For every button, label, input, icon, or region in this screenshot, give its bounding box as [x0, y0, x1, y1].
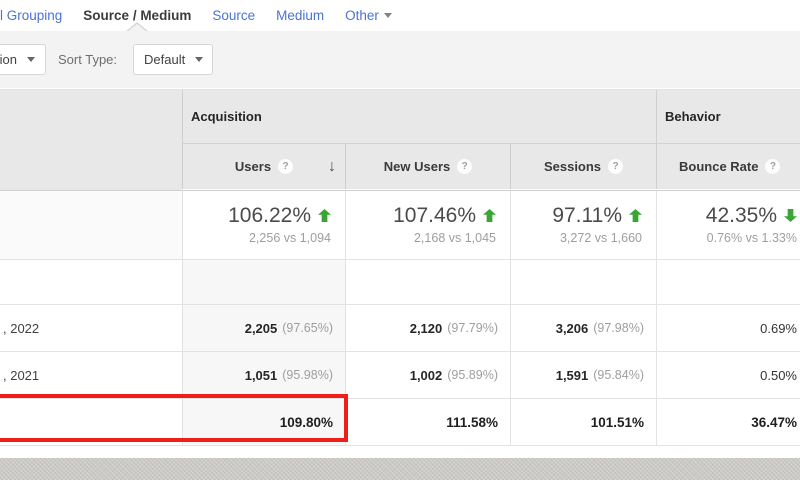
row-label-2021: , 2021: [3, 367, 40, 383]
caret-down-icon: [195, 57, 204, 62]
help-icon[interactable]: ?: [278, 159, 294, 174]
table-toolbar: ion Sort Type: Default: [0, 22, 800, 88]
column-header-sessions[interactable]: Sessions ?: [510, 144, 656, 189]
bounce-rate-change-cell: 36.47%: [656, 399, 800, 445]
summary-new-users-pct: 107.46%: [393, 204, 476, 227]
dimension-tabs: l Grouping Source / Medium Source Medium…: [0, 0, 800, 31]
summary-row: 106.22% 2,256 vs 1,094 107.46% 2,168 vs …: [0, 191, 800, 260]
summary-sessions-pct: 97.11%: [552, 204, 622, 227]
table-row: , 2022 2,205 (97.65%) 2,120 (97.79%) 3,2…: [0, 305, 800, 352]
sessions-label: Sessions: [543, 159, 602, 174]
new-users-cell: 2,120 (97.79%): [345, 305, 510, 351]
caret-down-icon: [383, 13, 392, 18]
summary-bounce-rate-pct: 42.35%: [705, 204, 777, 227]
summary-bounce-rate-cell: 42.35% 0.76% vs 1.33%: [656, 191, 800, 259]
column-header-row: Users ? ↓ New Users ? Sessions ? Bounce …: [182, 144, 800, 189]
tab-channel-grouping[interactable]: l Grouping: [0, 8, 62, 23]
tab-other-label: Other: [345, 8, 379, 23]
secondary-dimension-value: ion: [0, 52, 17, 67]
group-header-behavior: Behavior: [656, 90, 800, 143]
group-header-acquisition: Acquisition: [182, 90, 656, 143]
group-header-row: Acquisition Behavior: [182, 90, 800, 144]
tab-source[interactable]: Source: [212, 8, 255, 23]
down-arrow-icon: [784, 209, 797, 222]
new-users-cell: 1,002 (95.89%): [345, 352, 510, 398]
summary-dimension-cell: [0, 191, 182, 259]
page-bottom-band: [0, 458, 800, 480]
up-arrow-icon: [629, 209, 642, 222]
analytics-table: Acquisition Behavior Users ? ↓ New Users…: [0, 89, 800, 446]
sessions-cell: 3,206 (97.98%): [510, 305, 656, 351]
column-header-new-users[interactable]: New Users ?: [345, 144, 510, 189]
users-cell: 1,051 (95.98%): [182, 352, 345, 398]
column-header-bounce-rate[interactable]: Bounce Rate ?: [656, 144, 800, 189]
table-header: Acquisition Behavior Users ? ↓ New Users…: [0, 90, 800, 191]
table-row: , 2021 1,051 (95.98%) 1,002 (95.89%) 1,5…: [0, 352, 800, 399]
dimension-header-cell: [0, 90, 182, 190]
summary-users-comparison: 2,256 vs 1,094: [248, 231, 331, 245]
caret-down-icon: [27, 57, 35, 62]
sort-type-value: Default: [144, 52, 186, 67]
dimension-entry-row: [0, 260, 800, 305]
summary-bounce-rate-comparison: 0.76% vs 1.33%: [706, 231, 797, 245]
summary-users-cell: 106.22% 2,256 vs 1,094: [182, 191, 345, 259]
sessions-change-cell: 101.51%: [510, 399, 656, 445]
tab-source-medium[interactable]: Source / Medium: [83, 8, 191, 23]
up-arrow-icon: [318, 209, 331, 222]
tab-pointer-notch-fill: [127, 24, 147, 32]
summary-users-pct: 106.22%: [228, 204, 311, 227]
new-users-change-cell: 111.58%: [345, 399, 510, 445]
help-icon[interactable]: ?: [608, 159, 624, 174]
users-cell: 2,205 (97.65%): [182, 305, 345, 351]
sessions-cell: 1,591 (95.84%): [510, 352, 656, 398]
summary-sessions-cell: 97.11% 3,272 vs 1,660: [510, 191, 656, 259]
tab-other[interactable]: Other: [345, 8, 392, 23]
summary-new-users-comparison: 2,168 vs 1,045: [413, 231, 496, 245]
sort-type-dropdown[interactable]: Default: [133, 44, 213, 75]
sort-descending-icon[interactable]: ↓: [328, 158, 336, 176]
bounce-rate-cell: 0.69%: [656, 305, 800, 351]
secondary-dimension-dropdown[interactable]: ion: [0, 44, 46, 75]
column-header-users[interactable]: Users ? ↓: [182, 144, 345, 189]
row-label-change: [0, 399, 182, 445]
new-users-label: New Users: [383, 159, 451, 174]
users-change-cell: 109.80%: [182, 399, 345, 445]
summary-new-users-cell: 107.46% 2,168 vs 1,045: [345, 191, 510, 259]
sort-type-label: Sort Type:: [58, 52, 118, 67]
help-icon[interactable]: ?: [765, 159, 781, 174]
up-arrow-icon: [483, 209, 496, 222]
users-label: Users: [234, 159, 272, 174]
help-icon[interactable]: ?: [457, 159, 473, 174]
tab-medium[interactable]: Medium: [276, 8, 324, 23]
summary-sessions-comparison: 3,272 vs 1,660: [559, 231, 642, 245]
row-label-2022: , 2022: [3, 320, 40, 336]
bounce-rate-label: Bounce Rate: [679, 159, 759, 174]
bounce-rate-cell: 0.50%: [656, 352, 800, 398]
percent-change-row: 109.80% 111.58% 101.51% 36.47%: [0, 399, 800, 446]
